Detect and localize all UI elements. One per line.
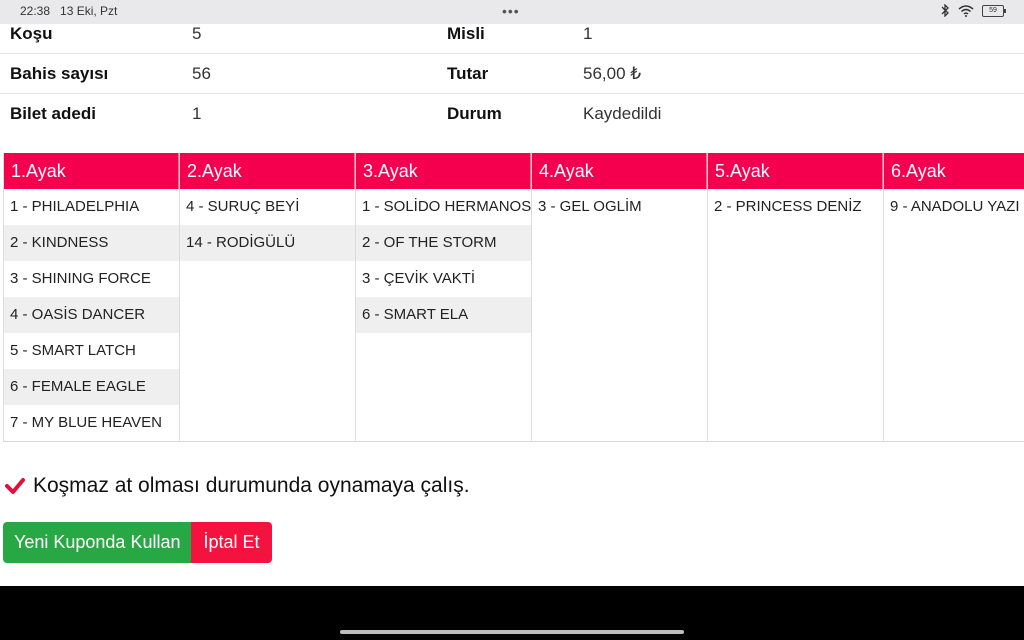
legs-grid: 1.Ayak 1 - PHILADELPHIA 2 - KINDNESS 3 -… [3, 153, 1024, 442]
use-in-new-coupon-button[interactable]: Yeni Kuponda Kullan [3, 522, 192, 563]
leg-column-6: 6.Ayak 9 - ANADOLU YAZI [884, 153, 1024, 441]
info-row: Bahis sayısı 56 Tutar 56,00 ₺ [0, 54, 1024, 94]
info-label: Durum [447, 104, 502, 123]
info-label: Bilet adedi [10, 104, 96, 123]
horse-item: 9 - ANADOLU YAZI [890, 198, 1020, 215]
info-value: Kaydedildi [583, 104, 662, 123]
info-row: Koşu 5 Misli 1 [0, 14, 1024, 54]
cancel-button[interactable]: İptal Et [191, 522, 272, 563]
check-icon[interactable] [5, 476, 25, 496]
scratch-option-label: Koşmaz at olması durumunda oynamaya çalı… [33, 474, 470, 497]
leg-header: 3.Ayak [356, 153, 531, 189]
horse-item: 2 - KINDNESS [4, 225, 179, 261]
horse-item: 3 - SHINING FORCE [10, 270, 151, 287]
horse-item: 2 - OF THE STORM [356, 225, 531, 261]
info-label: Tutar [447, 64, 489, 83]
horse-item: 4 - OASİS DANCER [4, 297, 179, 333]
info-label: Bahis sayısı [10, 64, 109, 83]
info-label: Misli [447, 24, 485, 43]
leg-header: 4.Ayak [532, 153, 707, 189]
action-buttons: Yeni Kuponda Kullan İptal Et [3, 522, 272, 563]
horse-item: 6 - SMART ELA [356, 297, 531, 333]
info-value: 56 [192, 64, 211, 83]
home-gesture-handle[interactable] [340, 630, 684, 634]
info-value: 56,00 ₺ [583, 64, 642, 83]
bet-info-table: Koşu 5 Misli 1 Bahis sayısı 56 Tutar 56,… [0, 14, 1024, 133]
horse-item: 14 - RODİGÜLÜ [180, 225, 355, 261]
horse-item: 6 - FEMALE EAGLE [4, 369, 179, 405]
leg-column-5: 5.Ayak 2 - PRINCESS DENİZ [708, 153, 884, 441]
horse-item: 1 - SOLİDO HERMANOS [362, 198, 531, 215]
horse-item: 2 - PRINCESS DENİZ [714, 198, 862, 215]
system-nav-bar [0, 586, 1024, 640]
horse-item: 1 - PHILADELPHIA [10, 198, 140, 215]
leg-header: 5.Ayak [708, 153, 883, 189]
info-value: 1 [192, 104, 202, 123]
scratch-option[interactable]: Koşmaz at olması durumunda oynamaya çalı… [5, 474, 470, 498]
horse-item: 3 - GEL OGLİM [538, 198, 642, 215]
leg-header: 2.Ayak [180, 153, 355, 189]
leg-header: 6.Ayak [884, 153, 1024, 189]
horse-item: 5 - SMART LATCH [10, 342, 136, 359]
leg-column-1: 1.Ayak 1 - PHILADELPHIA 2 - KINDNESS 3 -… [3, 153, 180, 441]
leg-column-4: 4.Ayak 3 - GEL OGLİM [532, 153, 708, 441]
horse-item: 3 - ÇEVİK VAKTİ [362, 270, 476, 287]
info-value: 5 [192, 24, 202, 43]
leg-header: 1.Ayak [4, 153, 179, 189]
horse-item: 4 - SURUÇ BEYİ [186, 198, 300, 215]
info-value: 1 [583, 24, 593, 43]
leg-column-2: 2.Ayak 4 - SURUÇ BEYİ 14 - RODİGÜLÜ [180, 153, 356, 441]
leg-column-3: 3.Ayak 1 - SOLİDO HERMANOS 2 - OF THE ST… [356, 153, 532, 441]
info-row: Bilet adedi 1 Durum Kaydedildi [0, 94, 1024, 133]
info-label: Koşu [10, 24, 53, 43]
horse-item: 7 - MY BLUE HEAVEN [10, 414, 162, 431]
